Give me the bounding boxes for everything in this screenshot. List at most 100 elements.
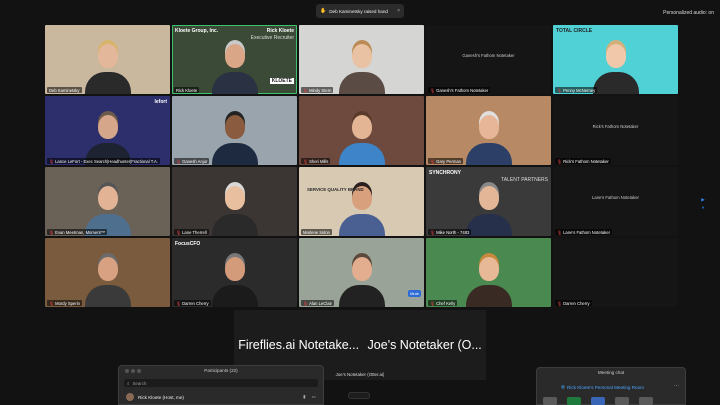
video-tile[interactable]: 🎙 Sheri Mills xyxy=(299,96,424,165)
room-name: Rick Kloete's Personal Meeting Room xyxy=(567,384,644,390)
video-tile[interactable]: 🎙 Ganesh Anjur xyxy=(172,96,297,165)
chat-bubble-icon: ◍ xyxy=(561,384,566,389)
close-icon[interactable]: × xyxy=(397,8,400,14)
participant-name: Alan LeClair xyxy=(309,300,332,306)
chat-button-4[interactable] xyxy=(615,397,629,405)
video-tile[interactable]: TOTAL CIRCLE 🎙 Penny McNerney xyxy=(553,25,678,94)
participant-video xyxy=(338,249,386,307)
participant-name-label: 🎙 Lance LeFort - Exec Search|Headhunter|F… xyxy=(47,158,160,164)
participant-name: Ganesh's Fathom Notetaker xyxy=(436,87,489,93)
participant-name: Sheri Mills xyxy=(309,158,329,164)
muted-mic-icon: 🎙 xyxy=(303,300,309,306)
muted-mic-icon: 🎙 xyxy=(176,300,182,306)
participant-name-label: 🎙 Lane Therrell xyxy=(174,229,209,235)
muted-mic-icon: 🎙 xyxy=(49,300,55,306)
participant-video xyxy=(84,36,132,94)
pause-icon[interactable]: ⏸ xyxy=(702,205,704,210)
more-options-icon[interactable]: ··· xyxy=(674,383,679,389)
video-tile[interactable]: Ganesh's Fathom Notetaker 🎙 Ganesh's Fatho… xyxy=(426,25,551,94)
tile-brand-text: FocusCFO xyxy=(175,241,201,247)
video-tile[interactable]: FocusCFO 🎙 Darren Cherry xyxy=(172,238,297,307)
participant-name: Rick's Fathom Notetaker xyxy=(563,158,609,164)
search-icon: ⌕ xyxy=(127,380,130,386)
participant-name-label: 🎙 Chef Kelly xyxy=(428,300,458,306)
camera-icon[interactable]: ▭ xyxy=(312,394,316,400)
muted-mic-icon: 🎙 xyxy=(430,229,436,235)
participant-video xyxy=(84,107,132,165)
video-tile[interactable]: SYNCHRONY TALENT PARTNERS 🎙 Mike North - 74… xyxy=(426,167,551,236)
participants-search-input[interactable]: ⌕ Search xyxy=(124,379,318,387)
participant-name-label: 🎙 Alan LeClair xyxy=(301,300,334,306)
muted-mic-icon: 🎙 xyxy=(430,158,436,164)
video-tile[interactable]: 🎙 Evan Meetman, Moment™ xyxy=(45,167,170,236)
participants-title: Participants (22) xyxy=(204,368,238,373)
participant-video xyxy=(465,178,513,236)
participant-name-label: Marlene Sidon xyxy=(301,229,333,235)
video-tile[interactable]: Lane's Fathom Notetaker 🎙 Lane's Fathom No… xyxy=(553,167,678,236)
participant-video xyxy=(338,107,386,165)
participant-name: Rick Kloete (Host, me) xyxy=(138,394,184,400)
muted-mic-icon: 🎙 xyxy=(430,300,436,306)
participant-name: Deb Kaminetsky xyxy=(49,87,80,93)
tile-placeholder-title: Rick's Fathom Notetaker xyxy=(592,124,639,129)
video-tile[interactable]: 🎙 Mordy Sperin xyxy=(45,238,170,307)
participant-row[interactable]: Rick Kloete (Host, me) ▮ ▭ xyxy=(126,393,316,401)
participants-window[interactable]: Participants (22) ⌕ Search Rick Kloete (… xyxy=(118,365,324,405)
chat-button-3[interactable] xyxy=(591,397,605,405)
participant-name: Rick Kloete xyxy=(176,87,198,93)
raise-hand-notification[interactable]: ✋ Deb Kaminetsky raised hand × xyxy=(316,4,404,18)
meeting-chat-window[interactable]: Meeting chat ◍ Rick Kloete's Personal Me… xyxy=(536,367,686,405)
gallery-side-control[interactable]: ▶ ⏸ xyxy=(698,194,708,212)
participant-name-label: 🎙 Mindy Stern xyxy=(301,87,334,93)
video-tile[interactable]: Mute 🎙 Alan LeClair xyxy=(299,238,424,307)
next-page-icon[interactable]: ▶ xyxy=(701,197,705,203)
chat-button-1[interactable] xyxy=(543,397,557,405)
mute-button[interactable]: Mute xyxy=(408,290,421,297)
video-tile[interactable]: 🎙 Mindy Stern xyxy=(299,25,424,94)
mic-icon[interactable]: ▮ xyxy=(303,394,306,400)
toolbar-handle[interactable] xyxy=(348,392,370,399)
video-tile[interactable]: Deb Kaminetsky xyxy=(45,25,170,94)
video-tile[interactable]: 🎙 Chef Kelly xyxy=(426,238,551,307)
video-tile[interactable]: 🎙 Lane Therrell xyxy=(172,167,297,236)
chat-button-5[interactable] xyxy=(639,397,653,405)
video-tile[interactable]: Kloete Group, Inc. Rick Kloete Executive R… xyxy=(172,25,297,94)
video-tile[interactable]: 🎙 Darren Cherry xyxy=(553,238,678,307)
participant-video xyxy=(211,249,259,307)
tile-brand-text: SYNCHRONY xyxy=(429,170,461,176)
participant-name-label: 🎙 Ganesh Anjur xyxy=(174,158,210,164)
video-tile[interactable]: 🎙 Gary Perman xyxy=(426,96,551,165)
tile-brand-text: KLOETE xyxy=(269,78,294,84)
tile-brand-text: lefort xyxy=(154,99,168,105)
fireflies-label: Fireflies.ai Notetake... xyxy=(238,338,360,352)
tile-brand-text: SERVICE QUALITY BRAND xyxy=(307,187,364,192)
joes-notetaker-label: Joe's Notetaker (O... xyxy=(367,338,482,352)
participant-video xyxy=(84,249,132,307)
tile-brand-text: Executive Recruiter xyxy=(250,35,294,41)
participant-name-label: 🎙 Penny McNerney xyxy=(555,87,598,93)
avatar xyxy=(126,393,134,401)
video-tile[interactable]: SERVICE QUALITY BRAND Marlene Sidon xyxy=(299,167,424,236)
participant-video xyxy=(465,107,513,165)
chat-button-2[interactable] xyxy=(567,397,581,405)
participant-name: Mordy Sperin xyxy=(55,300,80,306)
participant-name: Chef Kelly xyxy=(436,300,456,306)
video-tile[interactable]: Rick's Fathom Notetaker 🎙 Rick's Fathom No… xyxy=(553,96,678,165)
participant-name: Mindy Stern xyxy=(309,87,332,93)
muted-mic-icon: 🎙 xyxy=(557,300,563,306)
participant-name-label: Deb Kaminetsky xyxy=(47,87,82,93)
muted-mic-icon: 🎙 xyxy=(430,87,436,93)
participant-name: Mike North - 7483 xyxy=(436,229,470,235)
muted-mic-icon: 🎙 xyxy=(557,87,563,93)
video-tile[interactable]: lefort 🎙 Lance LeFort - Exec Search|Headhu… xyxy=(45,96,170,165)
personalized-audio-label: Personalized audio: on xyxy=(663,10,714,16)
participant-name-label: 🎙 Mordy Sperin xyxy=(47,300,82,306)
participant-name: Lane's Fathom Notetaker xyxy=(563,229,610,235)
participant-name: Darren Cherry xyxy=(563,300,590,306)
muted-mic-icon: 🎙 xyxy=(557,229,563,235)
participant-name-label: 🎙 Gary Perman xyxy=(428,158,463,164)
chat-room-link[interactable]: ◍ Rick Kloete's Personal Meeting Room xyxy=(561,384,644,390)
tile-placeholder-title: Lane's Fathom Notetaker xyxy=(592,195,639,200)
participant-name: Evan Meetman, Moment™ xyxy=(55,229,105,235)
participant-name: Lane Therrell xyxy=(182,229,207,235)
